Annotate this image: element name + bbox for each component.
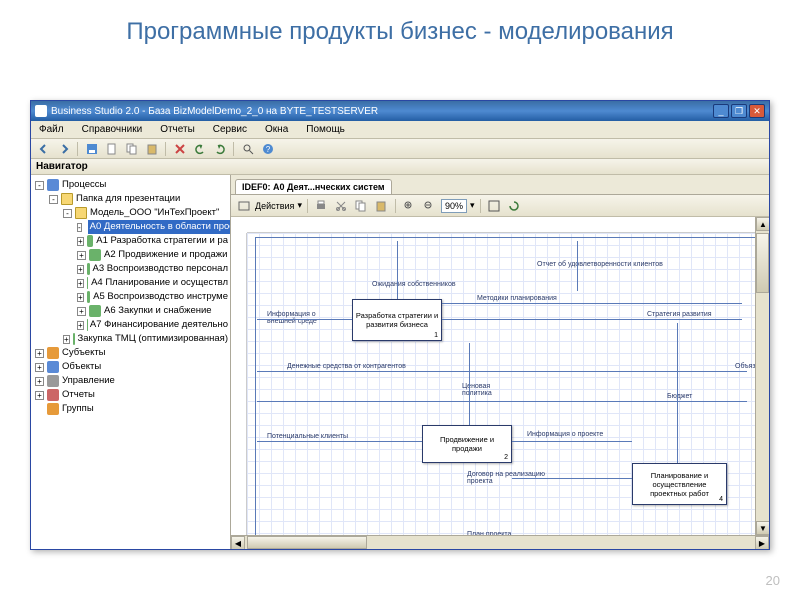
tree-a6[interactable]: +А6 Закупки и снабжение (33, 304, 228, 318)
tree-a3[interactable]: +А3 Воспроизводство персонал (33, 262, 228, 276)
diagram-toolbar: Действия ▾ 90% ▾ (231, 195, 769, 217)
tree-objects[interactable]: +Объекты (33, 360, 228, 374)
menu-file[interactable]: Файл (35, 122, 68, 137)
page-number: 20 (766, 573, 780, 588)
navigator-panel: -Процессы -Папка для презентации -Модель… (31, 175, 231, 549)
tree-view[interactable]: -Процессы -Папка для презентации -Модель… (31, 175, 230, 419)
redo-icon[interactable] (211, 140, 228, 157)
label-obligations: Объяз (735, 363, 756, 370)
diagram-area: IDEF0: А0 Деят...нческих систем Действия… (231, 175, 769, 549)
tree-groups[interactable]: Группы (33, 402, 228, 416)
label-clients: Потенциальные клиенты (267, 433, 348, 440)
tree-a4[interactable]: +А4 Планирование и осуществл (33, 276, 228, 290)
cut-icon[interactable] (333, 197, 350, 214)
app-window: Business Studio 2.0 - База BizModelDemo_… (30, 100, 770, 550)
slide-title: Программные продукты бизнес - моделирова… (0, 0, 800, 52)
tree-subjects[interactable]: +Субъекты (33, 346, 228, 360)
actions-dropdown-icon[interactable] (235, 197, 252, 214)
label-strategy-dev: Стратегия развития (647, 311, 712, 318)
ruler-horizontal (247, 217, 769, 233)
ruler-vertical (231, 233, 247, 549)
window-titlebar[interactable]: Business Studio 2.0 - База BizModelDemo_… (31, 101, 769, 121)
paste-icon-2[interactable] (373, 197, 390, 214)
label-budget: Бюджет (667, 393, 692, 400)
paste-icon[interactable] (143, 140, 160, 157)
scroll-up-icon[interactable]: ▲ (756, 217, 769, 231)
save-icon[interactable] (83, 140, 100, 157)
label-project-info: Информация о проекте (527, 431, 603, 438)
app-icon (35, 105, 47, 117)
window-title: Business Studio 2.0 - База BizModelDemo_… (51, 106, 378, 117)
tree-a2[interactable]: +А2 Продвижение и продажи (33, 248, 228, 262)
svg-text:?: ? (265, 145, 270, 154)
box-planning[interactable]: Планирование и осуществление проектных р… (632, 463, 727, 505)
tree-a5[interactable]: +А5 Воспроизводство инструме (33, 290, 228, 304)
tree-folder[interactable]: -Папка для презентации (33, 192, 228, 206)
diagram-grid: Ожидания собственников Отчет об удовлетв… (247, 233, 769, 549)
tree-root[interactable]: -Процессы (33, 178, 228, 192)
actions-label[interactable]: Действия (255, 201, 294, 211)
menu-bar: Файл Справочники Отчеты Сервис Окна Помо… (31, 121, 769, 139)
menu-reports[interactable]: Отчеты (156, 122, 199, 137)
refresh-icon[interactable] (506, 197, 523, 214)
tree-a1[interactable]: +А1 Разработка стратегии и ра (33, 234, 228, 248)
tree-a7[interactable]: +А7 Финансирование деятельно (33, 318, 228, 332)
diagram-canvas[interactable]: Ожидания собственников Отчет об удовлетв… (231, 217, 769, 549)
scroll-down-icon[interactable]: ▼ (756, 521, 769, 535)
tree-a0[interactable]: -А0 Деятельность в области прое (33, 220, 228, 234)
delete-icon[interactable] (171, 140, 188, 157)
undo-icon[interactable] (191, 140, 208, 157)
tree-model[interactable]: -Модель_ООО "ИнТехПроект" (33, 206, 228, 220)
label-report: Отчет об удовлетворенности клиентов (537, 261, 663, 268)
label-money: Денежные средства от контрагентов (287, 363, 406, 370)
scroll-right-icon[interactable]: ▶ (755, 536, 769, 549)
copy-icon[interactable] (123, 140, 140, 157)
editor-tabs: IDEF0: А0 Деят...нческих систем (231, 175, 769, 195)
menu-service[interactable]: Сервис (209, 122, 251, 137)
menu-help[interactable]: Помощь (302, 122, 349, 137)
menu-windows[interactable]: Окна (261, 122, 292, 137)
label-expectations: Ожидания собственников (372, 281, 456, 288)
tab-idef0[interactable]: IDEF0: А0 Деят...нческих систем (235, 179, 392, 194)
tree-reports[interactable]: +Отчеты (33, 388, 228, 402)
tree-management[interactable]: +Управление (33, 374, 228, 388)
box-sales[interactable]: Продвижение и продажи2 (422, 425, 512, 463)
zoom-value[interactable]: 90% (441, 199, 467, 213)
maximize-button[interactable]: ❐ (731, 104, 747, 118)
print-icon[interactable] (313, 197, 330, 214)
scroll-left-icon[interactable]: ◀ (231, 536, 245, 549)
back-icon[interactable] (35, 140, 52, 157)
zoom-out-icon[interactable] (421, 197, 438, 214)
label-methods: Методики планирования (477, 295, 557, 302)
horizontal-scrollbar[interactable]: ◀ ▶ (231, 535, 769, 549)
zoom-in-icon[interactable] (401, 197, 418, 214)
help-icon[interactable]: ? (259, 140, 276, 157)
find-icon[interactable] (239, 140, 256, 157)
tree-zak[interactable]: +Закупка ТМЦ (оптимизированная) (33, 332, 228, 346)
box-strategy[interactable]: Разработка стратегии и развития бизнеса1 (352, 299, 442, 341)
label-external-info: Информация о внешней среде (267, 311, 337, 325)
vertical-scrollbar[interactable]: ▲ ▼ (755, 217, 769, 535)
menu-directories[interactable]: Справочники (78, 122, 147, 137)
forward-icon[interactable] (55, 140, 72, 157)
close-button[interactable]: ✕ (749, 104, 765, 118)
copy-icon-2[interactable] (353, 197, 370, 214)
main-toolbar: ? (31, 139, 769, 159)
new-icon[interactable] (103, 140, 120, 157)
fit-icon[interactable] (486, 197, 503, 214)
minimize-button[interactable]: _ (713, 104, 729, 118)
navigator-label: Навигатор (31, 159, 231, 175)
